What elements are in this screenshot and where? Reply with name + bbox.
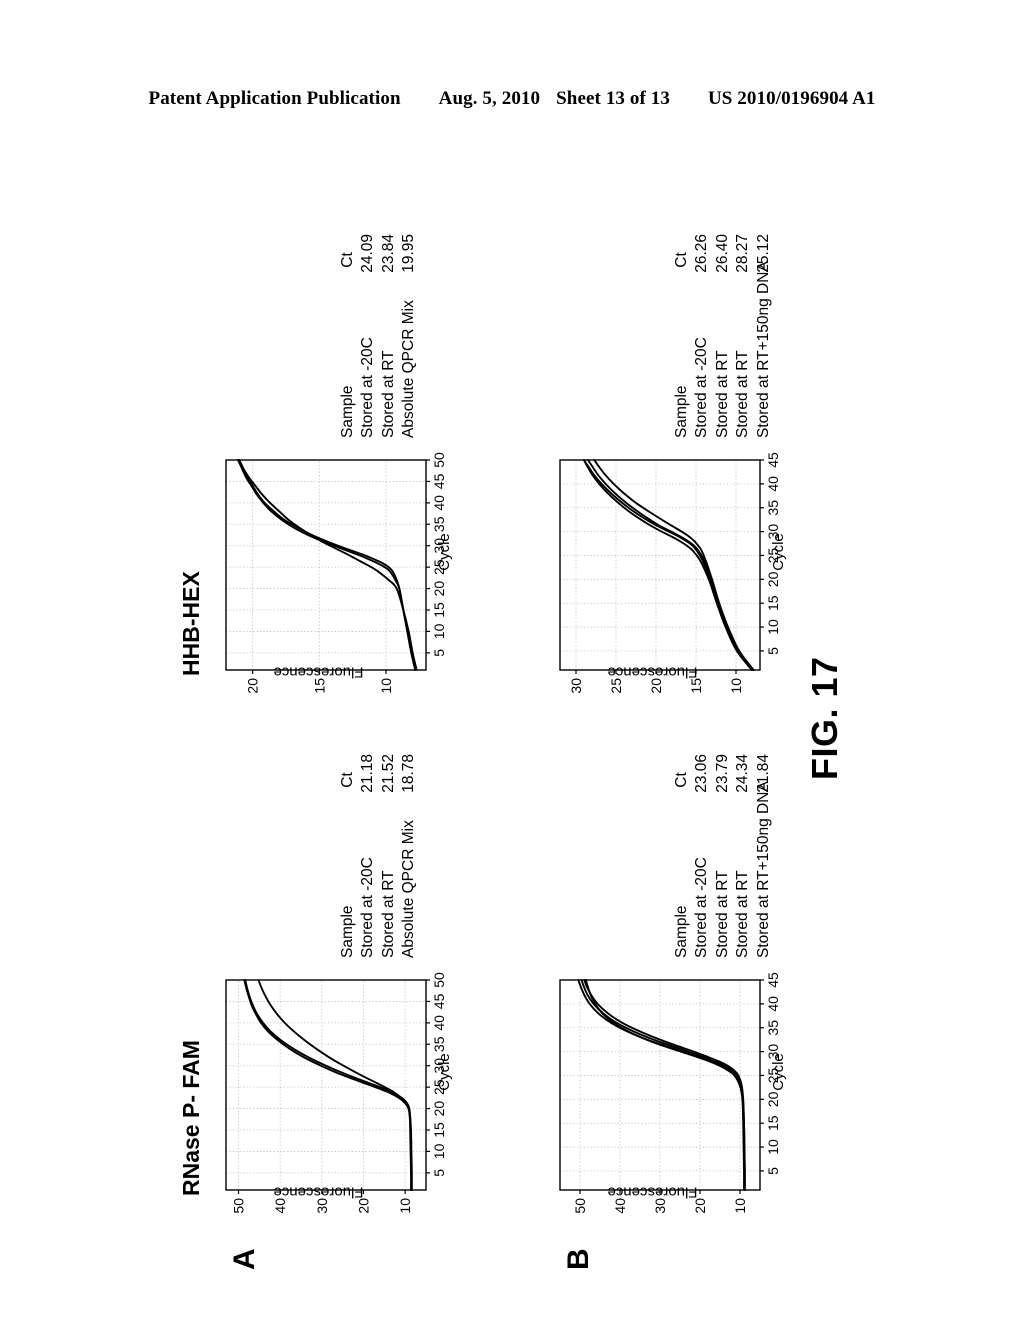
legend-row: Stored at RT 21.52: [379, 748, 399, 958]
y-tick-label: 50: [572, 1198, 588, 1214]
legend-sample-name: Stored at RT: [734, 350, 752, 438]
legend-ct-value: 23.06: [693, 754, 711, 793]
publication-label: Patent Application Publication: [148, 88, 401, 109]
legend-ct-value: 21.18: [359, 754, 377, 793]
legend-ct-value: 24.34: [734, 754, 752, 793]
legend-row: Stored at RT 28.27: [733, 228, 753, 438]
chart-b-hhb-hex: 5 10 15 20 25 30 35 40 45 10 15 20 25 30 Fluorescence C…: [552, 214, 852, 714]
legend-sample-name: Stored at RT: [734, 870, 752, 958]
legend-row: Stored at -20C 24.09: [358, 228, 378, 438]
legend-row: Stored at -20C 21.18: [358, 748, 378, 958]
plot-area: 5 10 15 20 25 30 35 40 45 50 10 15 20 Fluorescence Cyc…: [218, 442, 518, 714]
legend-header-row: Sample Ct: [672, 228, 692, 438]
legend-header-sample: Sample: [673, 385, 690, 438]
legend-row: Stored at RT 24.34: [733, 748, 753, 958]
sheet-number: Sheet 13 of 13: [556, 88, 670, 109]
legend-ct-value: 21.52: [379, 754, 397, 793]
legend-ct-value: 26.40: [713, 234, 731, 273]
panel-letter-b: B: [562, 1248, 595, 1270]
legend-row: Stored at -20C 26.26: [692, 228, 712, 438]
legend-row: Absolute QPCR Mix 19.95: [399, 228, 419, 438]
chart-legend: Sample Ct Stored at -20C 21.18 Stored at RT 2…: [338, 748, 420, 958]
legend-ct-value: 24.09: [359, 234, 377, 273]
y-tick-label: 10: [728, 678, 744, 694]
legend-row: Stored at RT 23.84: [379, 228, 399, 438]
column-title-fam: RNase P- FAM: [178, 1040, 204, 1196]
figure-number: FIG. 17: [804, 656, 845, 780]
legend-sample-name: Stored at -20C: [359, 857, 377, 958]
legend-header-row: Sample Ct: [338, 228, 358, 438]
panel-letter-a: A: [228, 1248, 261, 1270]
chart-a-rnasep-fam: 5 10 15 20 25 30 35 40 45 50 10 20 30 40 50 Fluorescenc…: [218, 734, 518, 1234]
x-axis-label: Cycle: [436, 1053, 453, 1091]
legend-ct-value: 18.78: [400, 754, 418, 793]
y-tick-label: 30: [568, 678, 584, 694]
legend-header-row: Sample Ct: [672, 748, 692, 958]
y-axis-label: Fluorescence: [273, 1183, 364, 1201]
x-axis-label: Cycle: [770, 533, 787, 571]
legend-ct-value: 21.84: [754, 754, 772, 793]
legend-ct-value: 19.95: [400, 234, 418, 273]
figure-canvas: RNase P- FAM HHB-HEX A B 5 10 15 20 25 30 35 40…: [172, 120, 852, 1280]
legend-ct-value: 25.12: [754, 234, 772, 273]
x-axis-label: Cycle: [770, 1053, 787, 1091]
column-title-hex: HHB-HEX: [178, 571, 204, 676]
patent-header: Patent Application Publication Aug. 5, 2…: [0, 88, 1024, 110]
legend-row: Absolute QPCR Mix 18.78: [399, 748, 419, 958]
legend-sample-name: Stored at -20C: [693, 337, 711, 438]
legend-sample-name: Stored at -20C: [359, 337, 377, 438]
legend-sample-name: Absolute QPCR Mix: [400, 300, 418, 438]
chart-a-hhb-hex: 5 10 15 20 25 30 35 40 45 50 10 15 20 Fluorescence Cyc…: [218, 214, 518, 714]
chart-legend: Sample Ct Stored at -20C 26.26 Stored at RT 2…: [672, 228, 774, 438]
y-tick-label: 10: [378, 678, 394, 694]
legend-row: Stored at -20C 23.06: [692, 748, 712, 958]
patent-number: US 2010/0196904 A1: [707, 88, 876, 109]
legend-row: Stored at RT+150ng DNA 21.84: [754, 748, 774, 958]
legend-sample-name: Stored at RT: [713, 870, 731, 958]
legend-sample-name: Stored at RT: [713, 350, 731, 438]
legend-header-ct: Ct: [673, 252, 690, 268]
y-axis-label: Fluorescence: [607, 1183, 698, 1201]
chart-legend: Sample Ct Stored at -20C 23.06 Stored at RT 2…: [672, 748, 774, 958]
legend-sample-name: Stored at RT: [379, 870, 397, 958]
legend-header-ct: Ct: [339, 772, 356, 788]
legend-header-ct: Ct: [673, 772, 690, 788]
y-tick-label: 10: [732, 1198, 748, 1214]
legend-header-row: Sample Ct: [338, 748, 358, 958]
legend-ct-value: 26.26: [693, 234, 711, 273]
publication-date: Aug. 5, 2010: [438, 88, 541, 109]
plot-area: 5 10 15 20 25 30 35 40 45 50 10 20 30 40 50 Fluorescenc…: [218, 962, 518, 1234]
legend-header-ct: Ct: [339, 252, 356, 268]
legend-ct-value: 23.79: [713, 754, 731, 793]
legend-header-sample: Sample: [339, 385, 356, 438]
legend-sample-name: Stored at RT: [379, 350, 397, 438]
legend-ct-value: 23.84: [379, 234, 397, 273]
y-axis-label: Fluorescence: [607, 663, 698, 681]
y-axis-label: Fluorescence: [273, 663, 364, 681]
legend-ct-value: 28.27: [734, 234, 752, 273]
plot-area: 5 10 15 20 25 30 35 40 45 10 20 30 40 50 Fluorescence C…: [552, 962, 852, 1234]
chart-legend: Sample Ct Stored at -20C 24.09 Stored at RT 2…: [338, 228, 420, 438]
legend-sample-name: Stored at RT+150ng DNA: [754, 261, 772, 438]
legend-row: Stored at RT 23.79: [713, 748, 733, 958]
legend-header-sample: Sample: [673, 905, 690, 958]
legend-sample-name: Absolute QPCR Mix: [400, 820, 418, 958]
legend-sample-name: Stored at -20C: [693, 857, 711, 958]
legend-row: Stored at RT+150ng DNA 25.12: [754, 228, 774, 438]
legend-row: Stored at RT 26.40: [713, 228, 733, 438]
chart-b-rnasep-fam: 5 10 15 20 25 30 35 40 45 10 20 30 40 50 Fluorescence C…: [552, 734, 852, 1234]
y-tick-label: 10: [397, 1198, 413, 1214]
legend-header-sample: Sample: [339, 905, 356, 958]
x-axis-label: Cycle: [436, 533, 453, 571]
legend-sample-name: Stored at RT+150ng DNA: [754, 781, 772, 958]
y-tick-label: 50: [231, 1198, 247, 1214]
